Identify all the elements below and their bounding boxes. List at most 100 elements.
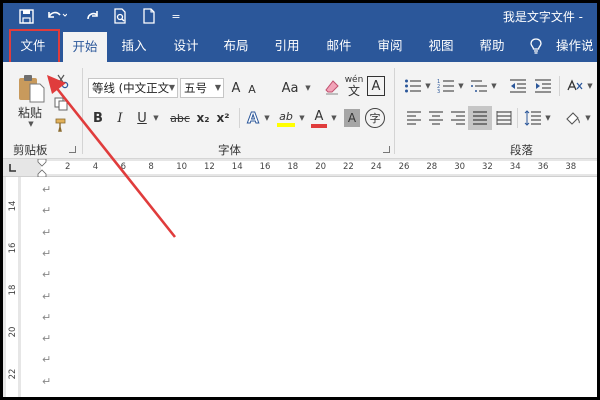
paragraph-mark: ↵ [42,204,52,218]
bullets-dropdown[interactable]: ▼ [423,80,431,92]
undo-icon[interactable] [43,6,69,26]
ruler-tick-label: 18 [287,162,299,172]
numbering-icon[interactable]: 123 [436,76,456,96]
clipboard-group-label: 剪贴板 [13,143,48,157]
highlight-color-swatch [277,122,295,127]
chinese-layout-icon[interactable] [565,76,585,96]
paragraph-mark: ↵ [42,332,52,346]
ruler-tick-label: 32 [482,162,493,172]
font-color-label: A [314,108,324,124]
multilevel-dropdown[interactable]: ▼ [489,80,497,92]
paste-icon[interactable] [13,72,49,104]
font-row-divider [239,108,240,128]
decrease-indent-icon[interactable] [508,76,528,96]
customize-qat-button[interactable]: = [169,6,183,26]
paragraph-shading-dropdown[interactable]: ▼ [583,112,591,124]
multilevel-list-icon[interactable] [469,76,489,96]
enclose-characters-button[interactable]: 字 [365,108,385,128]
highlight-dropdown[interactable]: ▼ [297,112,305,124]
vertical-ruler-tick-label: 18 [8,284,18,296]
document-canvas[interactable]: ↵ ↵ ↵ ↵ ↵ ↵ ↵ ↵ ↵ ↵ [21,177,597,397]
horizontal-ruler[interactable]: 2 4 6 8 10 12 14 16 18 20 22 24 26 28 30 32 34 36 38 [3,159,597,177]
font-launcher-icon[interactable] [383,146,390,153]
bullets-icon[interactable] [403,76,423,96]
paste-button[interactable]: 粘贴 [15,104,45,120]
chinese-layout-dropdown[interactable]: ▼ [585,80,593,92]
paragraph-mark: ↵ [42,310,52,324]
save-icon[interactable] [15,6,37,26]
ribbon-home: 粘贴 ▼ 剪贴板 等线 (中文正文 ▼ 五号 ▼ A A Aa ▼ wén 文 A [3,62,597,159]
line-spacing-icon[interactable] [523,108,543,128]
subscript-button[interactable]: x₂ [193,108,213,128]
copy-icon[interactable] [52,95,70,113]
distributed-icon[interactable] [494,108,514,128]
ruler-tick-label: 34 [509,162,521,172]
paragraph-mark: ↵ [42,268,52,282]
redo-icon[interactable] [83,6,103,26]
change-case-button[interactable]: Aa [277,78,303,98]
character-shading-button[interactable]: A [344,109,360,127]
character-border-button[interactable]: A [367,76,385,96]
svg-text:3: 3 [437,89,440,94]
ruler-tick-label: 20 [315,162,327,172]
tab-review[interactable]: 审阅 [369,29,411,62]
numbering-dropdown[interactable]: ▼ [456,80,464,92]
paste-dropdown-arrow[interactable]: ▼ [25,119,35,129]
format-painter-icon[interactable] [52,116,70,134]
tab-design[interactable]: 设计 [165,29,207,62]
clear-formatting-icon[interactable] [323,78,341,96]
clipboard-launcher-icon[interactable] [69,146,76,153]
font-name-value: 等线 (中文正文 [92,81,170,95]
group-divider [82,68,83,154]
phonetic-guide-button[interactable]: wén 文 [343,75,365,97]
paragraph-shading-icon[interactable] [563,108,583,128]
tab-home[interactable]: 开始 [63,32,107,62]
paragraph-group-label: 段落 [510,143,533,157]
ruler-tick-label: 8 [148,162,154,172]
increase-indent-icon[interactable] [533,76,553,96]
cut-icon[interactable] [52,72,70,90]
font-color-dropdown[interactable]: ▼ [329,112,337,124]
highlight-button[interactable]: ab [275,106,297,130]
change-case-dropdown[interactable]: ▼ [303,82,311,94]
print-preview-icon[interactable] [110,6,130,26]
font-color-button[interactable]: A [309,106,329,130]
font-name-select[interactable]: 等线 (中文正文 ▼ [88,78,178,98]
tab-insert[interactable]: 插入 [113,29,155,62]
tab-layout[interactable]: 布局 [215,29,257,62]
underline-button[interactable]: U [133,108,151,128]
indent-marker-icon[interactable] [37,159,47,177]
ruler-tick-label: 10 [176,162,188,172]
strikethrough-button[interactable]: abc [167,108,193,128]
tab-mailings[interactable]: 邮件 [318,29,360,62]
align-right-icon[interactable] [448,108,468,128]
tab-selector-icon[interactable] [6,162,18,174]
font-group-label: 字体 [218,143,241,157]
align-left-icon[interactable] [404,108,424,128]
paragraph-mark: ↵ [42,246,52,260]
tell-me-search[interactable]: 操作说 [556,29,597,62]
vertical-ruler[interactable]: 14 16 18 20 22 [3,177,21,397]
group-divider [394,68,395,154]
justify-icon[interactable] [468,106,492,130]
tab-view[interactable]: 视图 [420,29,462,62]
text-effects-dropdown[interactable]: ▼ [262,112,270,124]
ruler-tick-label: 14 [231,162,243,172]
ruler-tick-label: 12 [204,162,215,172]
superscript-button[interactable]: x² [213,108,233,128]
bold-button[interactable]: B [89,108,107,128]
grow-font-button[interactable]: A [228,78,244,98]
tab-help[interactable]: 帮助 [471,29,513,62]
tab-references[interactable]: 引用 [266,29,308,62]
line-spacing-dropdown[interactable]: ▼ [543,112,551,124]
font-size-select[interactable]: 五号 ▼ [180,78,224,98]
shrink-font-button[interactable]: A [245,80,259,98]
title-bar: = 我是文字文件 - [3,3,597,29]
text-effects-button[interactable]: A [243,108,263,128]
ruler-tick-label: 2 [65,162,71,172]
lightbulb-icon[interactable] [527,37,545,55]
new-document-icon[interactable] [140,6,158,26]
align-center-icon[interactable] [426,108,446,128]
underline-dropdown[interactable]: ▼ [151,112,159,124]
italic-button[interactable]: I [111,108,129,128]
